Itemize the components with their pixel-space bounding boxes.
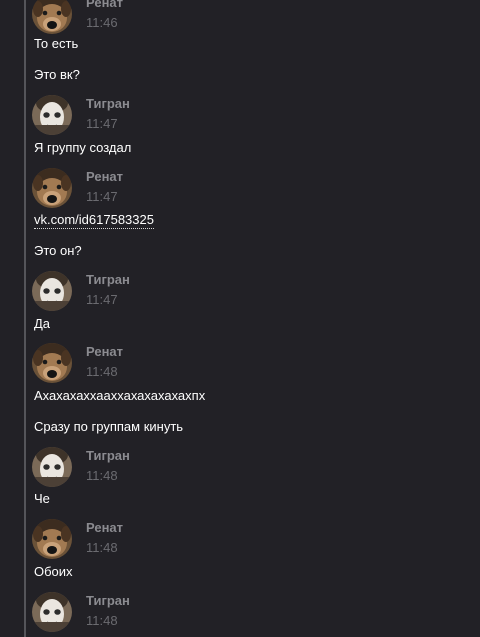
author-name[interactable]: Тигран <box>86 593 130 608</box>
avatar-tigran-icon[interactable] <box>32 447 72 487</box>
message-text: Да <box>34 316 51 331</box>
message-text: Че <box>34 491 50 506</box>
author-name[interactable]: Тигран <box>86 272 130 287</box>
avatar-renat-icon[interactable] <box>32 343 72 383</box>
author-name[interactable]: Тигран <box>86 96 130 111</box>
thread-line <box>24 0 26 637</box>
message-text: Сразу по группам кинуть <box>34 419 184 434</box>
message-time: 11:48 <box>86 364 118 379</box>
message-text: То есть <box>34 36 79 51</box>
author-name[interactable]: Тигран <box>86 448 130 463</box>
avatar-tigran-icon[interactable] <box>32 592 72 632</box>
message-time: 11:47 <box>86 189 118 204</box>
profile-link[interactable]: vk.com/id617583325 <box>34 212 154 229</box>
message-time: 11:48 <box>86 613 118 628</box>
message-text: Я группу создал <box>34 140 132 155</box>
avatar-tigran-icon[interactable] <box>32 271 72 311</box>
message-time: 11:46 <box>86 15 118 30</box>
author-name[interactable]: Ренат <box>86 520 123 535</box>
message-text: Это вк? <box>34 67 80 82</box>
message-text: Обоих <box>34 564 73 579</box>
author-name[interactable]: Ренат <box>86 169 123 184</box>
message-text: Ахахахаххааххахахахахахпх <box>34 388 206 403</box>
avatar-renat-icon[interactable] <box>32 519 72 559</box>
avatar-tigran-icon[interactable] <box>32 95 72 135</box>
author-name[interactable]: Ренат <box>86 0 123 10</box>
message-text: Это он? <box>34 243 82 258</box>
message-time: 11:48 <box>86 468 118 483</box>
chat-feed: Ренат 11:46 То есть Это вк? Тигран 11:47… <box>0 0 480 637</box>
author-name[interactable]: Ренат <box>86 344 123 359</box>
message-time: 11:47 <box>86 116 118 131</box>
avatar-renat-icon[interactable] <box>32 0 72 34</box>
message-time: 11:48 <box>86 540 118 555</box>
avatar-renat-icon[interactable] <box>32 168 72 208</box>
message-time: 11:47 <box>86 292 118 307</box>
